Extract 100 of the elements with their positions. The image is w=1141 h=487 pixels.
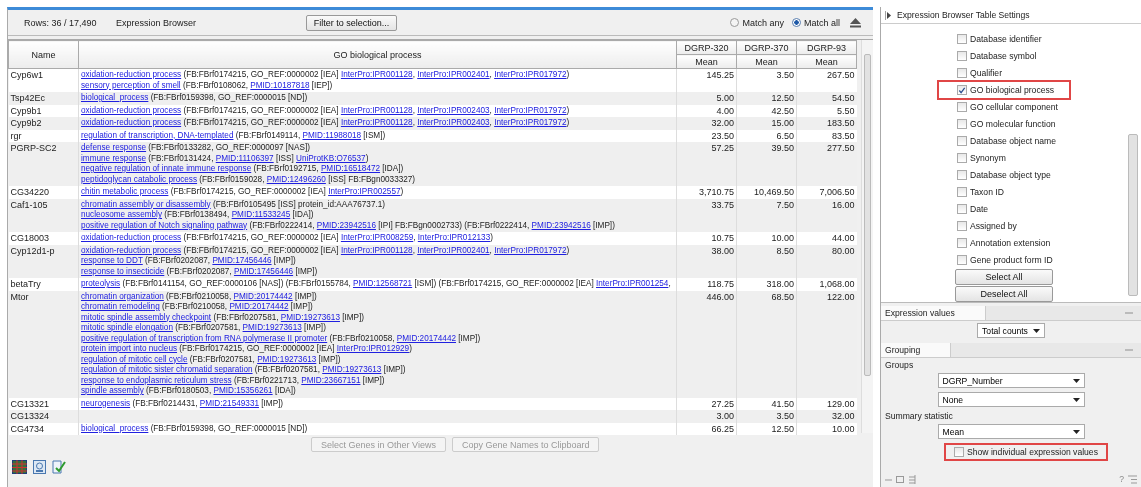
checkbox-label[interactable]: Taxon ID [970, 187, 1004, 198]
annotation-link[interactable]: InterPro:IPR002401 [417, 70, 490, 79]
annotation-link[interactable]: InterPro:IPR001128 [340, 70, 413, 79]
annotation-link[interactable]: protein import into nucleus [81, 344, 178, 353]
document-check-icon[interactable] [52, 460, 66, 474]
annotation-link[interactable]: InterPro:IPR001128 [340, 118, 413, 127]
image-view-icon[interactable] [33, 460, 46, 474]
annotation-link[interactable]: PMID:15356261 [213, 386, 273, 395]
column-header[interactable]: DGRP-320 [676, 40, 737, 55]
checkbox[interactable] [957, 221, 967, 231]
annotation-link[interactable]: negative regulation of innate immune response [81, 164, 252, 173]
annotation-link[interactable]: PMID:17456446 [233, 266, 294, 276]
annotation-link[interactable]: PMID:23942516 [316, 220, 376, 230]
table-view-icon[interactable] [12, 460, 27, 474]
annotation-link[interactable]: PMID:16518472 [320, 164, 381, 173]
checkbox-label[interactable]: Database symbol [970, 51, 1037, 62]
checkbox-label[interactable]: Assigned by [970, 221, 1017, 231]
checkbox[interactable] [957, 170, 967, 181]
annotation-link[interactable]: proteolysis [81, 279, 121, 288]
annotation-link[interactable]: PMID:19273613 [242, 323, 302, 332]
filter-button[interactable]: Filter to selection... [306, 14, 397, 31]
annotation-link[interactable]: InterPro:IPR017972 [494, 105, 567, 115]
checkbox-label[interactable]: GO molecular function [970, 119, 1056, 130]
select-all-button[interactable]: Select All [955, 269, 1053, 286]
radio-button[interactable] [730, 18, 740, 27]
annotation-link[interactable]: oxidation-reduction process [81, 118, 182, 127]
checkbox-label[interactable]: Synonym [970, 153, 1006, 164]
section-tab[interactable]: Expression values [881, 306, 986, 320]
annotation-link[interactable]: PMID:12568721 [353, 279, 413, 288]
annotation-link[interactable]: regulation of mitotic cell cycle [81, 354, 188, 364]
annotation-link[interactable]: PMID:11988018 [302, 130, 362, 140]
annotation-link[interactable]: PMID:20174442 [396, 333, 456, 343]
checkbox-label[interactable]: Qualifier [970, 68, 1002, 79]
checkbox[interactable] [957, 51, 967, 62]
annotation-link[interactable]: PMID:12496260 [266, 174, 326, 184]
annotation-link[interactable]: InterPro:IPR002403 [417, 118, 490, 127]
annotation-link[interactable]: PMID:23667151 [301, 375, 361, 385]
annotation-link[interactable]: biological_process [81, 423, 149, 433]
checkbox[interactable] [957, 119, 967, 130]
checkbox[interactable] [957, 187, 967, 198]
annotation-link[interactable]: immune response [81, 153, 147, 163]
annotation-link[interactable]: chromatin organization [81, 291, 164, 301]
dropdown[interactable]: Total counts [977, 323, 1045, 338]
column-header[interactable]: Name [8, 40, 79, 69]
radio-label[interactable]: Match any [742, 17, 784, 28]
column-header[interactable]: GO biological process [78, 40, 677, 69]
annotation-link[interactable]: response to insecticide [81, 266, 165, 276]
annotation-link[interactable]: PMID:21549331 [199, 398, 259, 408]
annotation-link[interactable]: defense response [81, 143, 147, 152]
annotation-link[interactable]: response to DDT [81, 256, 143, 265]
checkbox[interactable] [957, 85, 967, 96]
annotation-link[interactable]: chitin metabolic process [81, 187, 169, 196]
annotation-link[interactable]: PMID:19273613 [280, 312, 340, 322]
annotation-link[interactable]: UniProtKB:O76537 [296, 153, 366, 163]
column-header[interactable]: DGRP-93 [796, 40, 857, 55]
checkbox[interactable] [954, 447, 965, 457]
annotation-link[interactable]: PMID:19273613 [257, 354, 317, 364]
annotation-link[interactable]: oxidation-reduction process [81, 233, 182, 242]
collapse-icon[interactable] [850, 17, 861, 28]
annotation-link[interactable]: mitotic spindle elongation [81, 323, 173, 332]
checkbox-label[interactable]: Database identifier [970, 34, 1042, 45]
annotation-link[interactable]: PMID:20174442 [233, 291, 293, 301]
annotation-link[interactable]: PMID:11533245 [231, 210, 291, 219]
annotation-link[interactable]: InterPro:IPR002403 [417, 105, 490, 115]
checkbox-label[interactable]: GO biological process [970, 85, 1055, 96]
annotation-link[interactable]: PMID:17456446 [212, 256, 272, 265]
checkbox-label[interactable]: Database object type [970, 170, 1051, 181]
annotation-link[interactable]: oxidation-reduction process [81, 245, 182, 255]
annotation-link[interactable]: InterPro:IPR002557 [328, 187, 401, 196]
annotation-link[interactable]: InterPro:IPR001128 [340, 105, 413, 115]
annotation-link[interactable]: mitotic spindle assembly checkpoint [81, 312, 212, 322]
checkbox[interactable] [957, 68, 967, 79]
annotation-link[interactable]: regulation of transcription, DNA-templated [81, 130, 234, 140]
checkbox[interactable] [957, 254, 967, 265]
section-tab[interactable]: Grouping [881, 343, 952, 357]
annotation-link[interactable]: oxidation-reduction process [81, 70, 182, 79]
annotation-link[interactable]: neurogenesis [81, 398, 131, 408]
annotation-link[interactable]: biological_process [81, 93, 149, 102]
annotation-link[interactable]: regulation of mitotic sister chromatid separation [81, 365, 253, 374]
annotation-link[interactable]: response to endoplasmic reticulum stress [81, 375, 232, 385]
annotation-link[interactable]: sensory perception of smell [81, 80, 181, 90]
annotation-link[interactable]: PMID:19273613 [322, 365, 382, 374]
annotation-link[interactable]: spindle assembly [81, 386, 144, 395]
annotation-link[interactable]: positive regulation of Notch signaling pathway [81, 220, 248, 230]
checkbox[interactable] [957, 237, 967, 248]
dropdown[interactable]: DGRP_Number [937, 373, 1085, 388]
annotation-link[interactable]: PMID:10187818 [250, 80, 310, 90]
annotation-link[interactable]: chromatin assembly or disassembly [81, 199, 211, 209]
dropdown[interactable]: None [937, 392, 1085, 407]
annotation-link[interactable]: InterPro:IPR017972 [494, 245, 567, 255]
checkbox[interactable] [957, 204, 967, 215]
radio-label[interactable]: Match all [804, 17, 840, 28]
checkbox-label[interactable]: Database object name [970, 136, 1056, 147]
annotation-link[interactable]: peptidoglycan catabolic process [81, 174, 198, 184]
expand-icon[interactable] [885, 10, 892, 20]
annotation-link[interactable]: InterPro:IPR017972 [494, 118, 567, 127]
checkbox-label[interactable]: Date [970, 204, 989, 215]
checkbox[interactable] [957, 136, 967, 147]
annotation-link[interactable]: positive regulation of transcription from RNA polymerase II promoter [81, 333, 328, 343]
annotation-link[interactable]: nucleosome assembly [81, 210, 162, 219]
